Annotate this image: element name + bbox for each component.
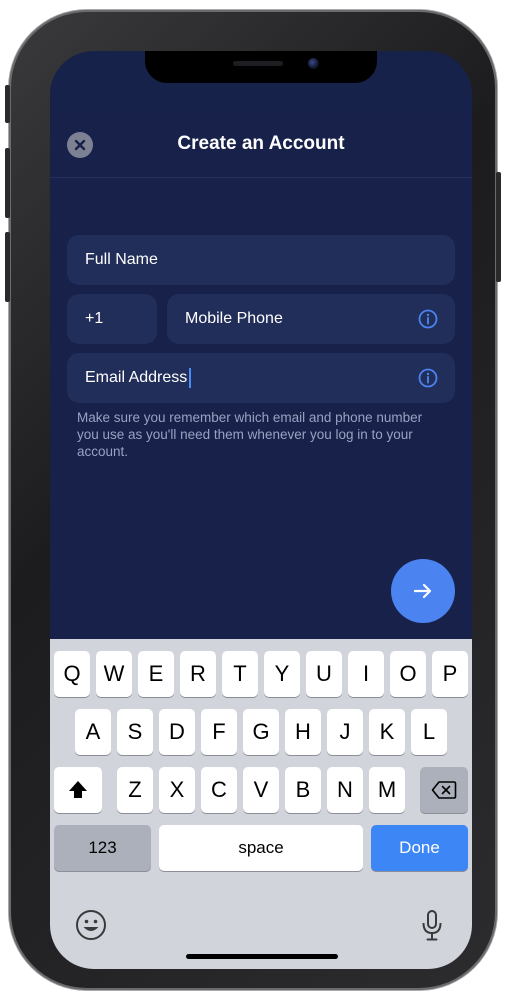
next-button[interactable] (391, 559, 455, 623)
screen: Create an Account Full Name +1 Mobile Ph… (50, 51, 472, 969)
key-w[interactable]: W (96, 651, 132, 697)
email-field[interactable]: Email Address (67, 353, 455, 403)
mobile-phone-field[interactable]: Mobile Phone (167, 294, 455, 344)
email-value: Email Address (85, 369, 188, 386)
front-camera (308, 58, 319, 69)
emoji-icon[interactable] (75, 909, 107, 941)
key-s[interactable]: S (117, 709, 153, 755)
key-a[interactable]: A (75, 709, 111, 755)
key-l[interactable]: L (411, 709, 447, 755)
key-q[interactable]: Q (54, 651, 90, 697)
key-p[interactable]: P (432, 651, 468, 697)
done-key[interactable]: Done (371, 825, 468, 871)
microphone-icon[interactable] (420, 909, 444, 943)
country-code-value: +1 (85, 310, 104, 327)
backspace-key[interactable] (420, 767, 468, 813)
numbers-key[interactable]: 123 (54, 825, 151, 871)
create-account-sheet: Create an Account Full Name +1 Mobile Ph… (50, 113, 472, 639)
key-o[interactable]: O (390, 651, 426, 697)
shift-key[interactable] (54, 767, 102, 813)
key-m[interactable]: M (369, 767, 405, 813)
home-indicator (186, 954, 338, 959)
info-icon[interactable] (418, 309, 438, 329)
full-name-placeholder: Full Name (85, 251, 158, 268)
key-v[interactable]: V (243, 767, 279, 813)
key-j[interactable]: J (327, 709, 363, 755)
key-y[interactable]: Y (264, 651, 300, 697)
key-t[interactable]: T (222, 651, 258, 697)
phone-volume-up-button (5, 148, 10, 218)
space-key[interactable]: space (159, 825, 363, 871)
key-d[interactable]: D (159, 709, 195, 755)
backspace-icon (431, 781, 457, 799)
text-cursor (189, 368, 192, 388)
key-u[interactable]: U (306, 651, 342, 697)
phone-frame: Create an Account Full Name +1 Mobile Ph… (5, 10, 501, 990)
full-name-field[interactable]: Full Name (67, 235, 455, 285)
key-f[interactable]: F (201, 709, 237, 755)
key-n[interactable]: N (327, 767, 363, 813)
shift-icon (69, 781, 87, 798)
phone-volume-down-button (5, 232, 10, 302)
speaker (233, 61, 283, 66)
key-c[interactable]: C (201, 767, 237, 813)
country-code-field[interactable]: +1 (67, 294, 157, 344)
phone-action-button (5, 85, 10, 123)
key-k[interactable]: K (369, 709, 405, 755)
key-z[interactable]: Z (117, 767, 153, 813)
key-b[interactable]: B (285, 767, 321, 813)
info-icon[interactable] (418, 368, 438, 388)
key-x[interactable]: X (159, 767, 195, 813)
page-title: Create an Account (177, 133, 345, 154)
key-i[interactable]: I (348, 651, 384, 697)
key-h[interactable]: H (285, 709, 321, 755)
keyboard: Q W E R T Y U I O P A S D F G H J K L Z … (50, 639, 472, 969)
mobile-phone-placeholder: Mobile Phone (185, 310, 283, 327)
key-e[interactable]: E (138, 651, 174, 697)
phone-power-button (496, 172, 501, 282)
key-g[interactable]: G (243, 709, 279, 755)
key-r[interactable]: R (180, 651, 216, 697)
account-hint-text: Make sure you remember which email and p… (77, 410, 423, 459)
header-divider (50, 177, 472, 178)
arrow-right-icon (413, 583, 432, 599)
notch (145, 51, 377, 83)
